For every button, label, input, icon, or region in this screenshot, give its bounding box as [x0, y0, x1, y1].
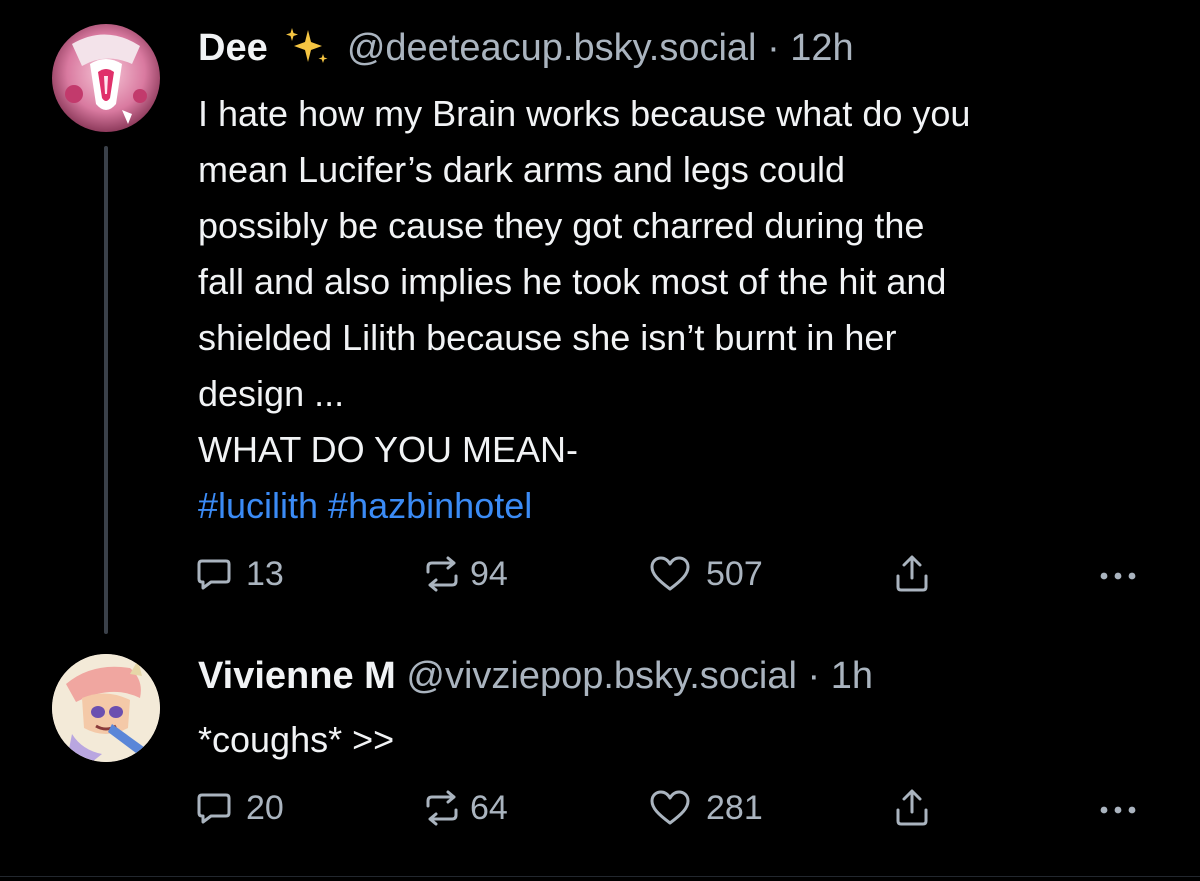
text-line: mean Lucifer’s dark arms and legs could — [198, 149, 845, 190]
text-line: shielded Lilith because she isn’t burnt … — [198, 317, 897, 358]
avatar[interactable] — [52, 654, 160, 762]
repost-button[interactable]: 64 — [420, 786, 508, 830]
text-line: *coughs* >> — [198, 719, 395, 760]
reply-icon — [197, 793, 231, 824]
timestamp[interactable]: 1h — [831, 655, 873, 697]
divider — [0, 876, 1200, 877]
hashtags[interactable]: #lucilith #hazbinhotel — [198, 478, 970, 534]
post-header: Vivienne M @vivziepop.bsky.social · 1h — [198, 654, 873, 698]
handle[interactable]: @vivziepop.bsky.social — [406, 655, 797, 697]
like-button[interactable]: 281 — [648, 786, 763, 830]
reply-button[interactable]: 13 — [194, 552, 284, 596]
post-text: *coughs* >> — [198, 712, 394, 768]
reply-icon — [197, 559, 231, 590]
text-line: possibly be cause they got charred durin… — [198, 205, 925, 246]
share-button[interactable] — [892, 552, 932, 596]
avatar[interactable] — [52, 24, 160, 132]
like-count: 507 — [706, 554, 763, 593]
text-line: WHAT DO YOU MEAN- — [198, 429, 579, 470]
text-line: design ... — [198, 373, 345, 414]
post-dee[interactable]: Dee @deeteacup.bsky.social · 12h I hate … — [0, 0, 1200, 640]
share-icon — [896, 555, 928, 592]
like-icon — [650, 556, 690, 591]
post-vivienne[interactable]: Vivienne M @vivziepop.bsky.social · 1h *… — [0, 640, 1200, 876]
more-button[interactable] — [1096, 552, 1140, 596]
text-line: fall and also implies he took most of th… — [198, 261, 947, 302]
reply-count: 13 — [246, 554, 284, 593]
action-bar: 13 94 507 — [0, 552, 1200, 596]
sparkles-icon — [286, 28, 328, 63]
share-button[interactable] — [892, 786, 932, 830]
repost-count: 64 — [470, 788, 508, 827]
like-icon — [650, 790, 690, 825]
action-bar: 20 64 281 — [0, 786, 1200, 830]
avatar-vivienne-image — [52, 654, 160, 762]
more-icon — [1100, 806, 1136, 814]
timestamp[interactable]: 12h — [790, 27, 853, 69]
post-header: Dee @deeteacup.bsky.social · 12h — [198, 26, 854, 70]
more-button[interactable] — [1096, 786, 1140, 830]
separator-dot: · — [767, 27, 780, 69]
display-name[interactable]: Vivienne M — [198, 655, 396, 697]
repost-count: 94 — [470, 554, 508, 593]
like-count: 281 — [706, 788, 763, 827]
more-icon — [1100, 572, 1136, 580]
display-name[interactable]: Dee — [198, 27, 268, 69]
reply-button[interactable]: 20 — [194, 786, 284, 830]
post-text: I hate how my Brain works because what d… — [198, 86, 970, 534]
avatar-dee-image — [52, 24, 160, 132]
repost-icon — [426, 790, 458, 826]
text-line: I hate how my Brain works because what d… — [198, 93, 971, 134]
repost-button[interactable]: 94 — [420, 552, 508, 596]
reply-count: 20 — [246, 788, 284, 827]
handle[interactable]: @deeteacup.bsky.social — [347, 27, 757, 69]
repost-icon — [426, 556, 458, 592]
separator-dot: · — [807, 655, 821, 697]
like-button[interactable]: 507 — [648, 552, 763, 596]
share-icon — [896, 789, 928, 826]
